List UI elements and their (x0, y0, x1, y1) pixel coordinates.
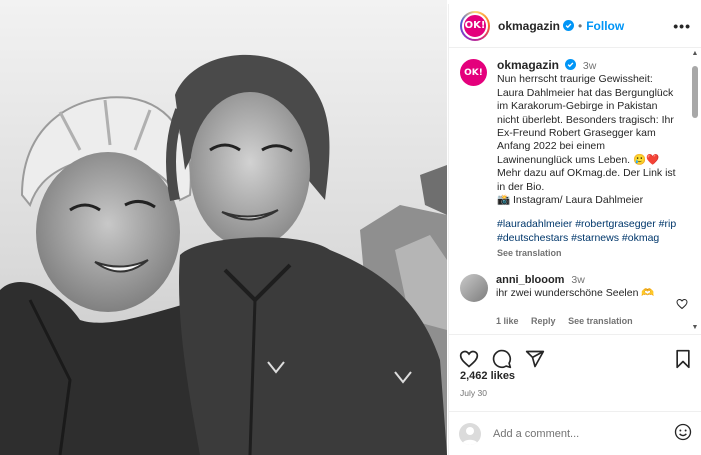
verified-icon (564, 59, 576, 70)
comments-scrollbar[interactable]: ▲ ▼ (691, 50, 699, 332)
verified-icon (563, 20, 575, 31)
comment-time: 3w (571, 273, 585, 286)
comment-meta: 1 like Reply See translation (496, 315, 680, 328)
comment-body: anni_blooom 3w ihr zwei wunderschöne See… (496, 274, 680, 328)
comments-section[interactable]: OK! okmagazin 3w Nun herrscht traurige G… (449, 49, 701, 334)
post-side-panel: OK! okmagazin • Follow ••• OK! okmagazin… (448, 4, 701, 455)
caption-text: Nun herrscht traurige Gewissheit: Laura … (497, 73, 676, 193)
photo-illustration (0, 0, 447, 455)
comment-username[interactable]: anni_blooom (496, 274, 564, 286)
follow-button[interactable]: Follow (586, 19, 624, 33)
story-ring[interactable]: OK! (460, 10, 490, 41)
more-options-icon[interactable]: ••• (673, 18, 691, 34)
comment-see-translation[interactable]: See translation (568, 316, 633, 326)
comment-item: anni_blooom 3w ihr zwei wunderschöne See… (460, 273, 688, 328)
scroll-up-arrow-icon[interactable]: ▲ (691, 50, 699, 58)
user-avatar[interactable] (459, 422, 481, 445)
likes-count[interactable]: 2,462 likes (460, 370, 515, 382)
post-photo[interactable] (0, 0, 447, 455)
see-translation-link[interactable]: See translation (497, 247, 680, 260)
caption: OK! okmagazin 3w Nun herrscht traurige G… (460, 58, 680, 261)
add-comment-bar: Add a comment... (449, 411, 701, 455)
caption-username[interactable]: okmagazin (497, 58, 559, 72)
emoji-icon[interactable] (674, 423, 692, 444)
comment-like-heart-icon[interactable] (676, 298, 688, 310)
heart-icon[interactable] (459, 349, 479, 369)
post-header: OK! okmagazin • Follow ••• (449, 4, 701, 48)
scroll-down-arrow-icon[interactable]: ▼ (691, 324, 699, 332)
post-date[interactable]: July 30 (460, 388, 487, 398)
avatar: OK! (462, 12, 488, 39)
comment-input[interactable]: Add a comment... (493, 428, 674, 440)
bookmark-icon[interactable] (674, 349, 692, 369)
comment-likes[interactable]: 1 like (496, 316, 519, 326)
header-username[interactable]: okmagazin (498, 19, 560, 33)
caption-credit: 📸 Instagram/ Laura Dahlmeier (497, 194, 644, 207)
share-icon[interactable] (525, 349, 545, 369)
caption-avatar[interactable]: OK! (460, 59, 487, 86)
separator-dot: • (578, 18, 583, 33)
comment-avatar[interactable] (460, 273, 488, 302)
caption-time[interactable]: 3w (583, 60, 596, 72)
caption-body: okmagazin 3w Nun herrscht traurige Gewis… (497, 58, 680, 261)
comment-reply-button[interactable]: Reply (531, 316, 556, 326)
comment-icon[interactable] (492, 349, 512, 369)
hashtags[interactable]: #lauradahlmeier #robertgrasegger #rip #d… (497, 218, 680, 245)
scrollbar-thumb[interactable] (692, 66, 698, 118)
comment-text: ihr zwei wunderschöne Seelen 🫶 (496, 287, 655, 300)
